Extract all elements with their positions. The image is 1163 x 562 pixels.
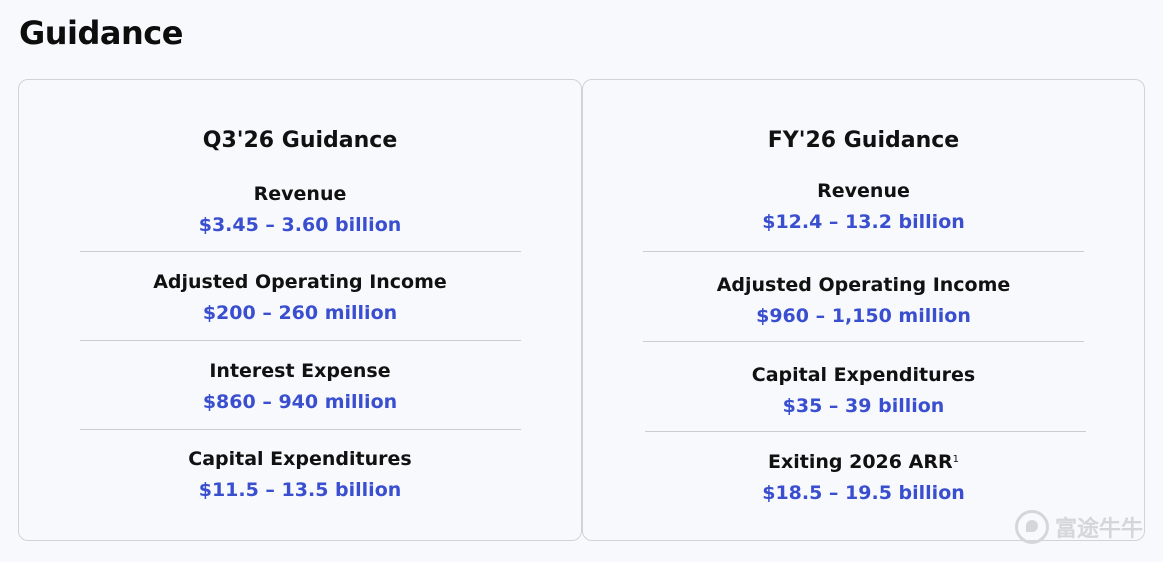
fy-exiting-arr: Exiting 2026 ARR1 $18.5 – 19.5 billion	[583, 450, 1144, 505]
metric-value: $11.5 – 13.5 billion	[198, 479, 402, 501]
metric-value: $860 – 940 million	[202, 391, 398, 413]
fy-guidance-card: FY'26 Guidance Revenue $12.4 – 13.2 bill…	[582, 79, 1145, 541]
fy-guidance-title: FY'26 Guidance	[767, 128, 960, 153]
divider	[643, 341, 1084, 342]
page-title: Guidance	[19, 14, 183, 52]
metric-label: Revenue	[253, 183, 347, 205]
watermark-text: 富途牛牛	[1054, 517, 1143, 542]
divider	[80, 429, 521, 430]
fy-adjusted-operating-income: Adjusted Operating Income $960 – 1,150 m…	[583, 273, 1144, 328]
q3-interest-expense: Interest Expense $860 – 940 million	[19, 359, 581, 414]
divider	[80, 340, 521, 341]
q3-guidance-title: Q3'26 Guidance	[202, 128, 398, 153]
q3-adjusted-operating-income: Adjusted Operating Income $200 – 260 mil…	[19, 270, 581, 325]
q3-guidance-card: Q3'26 Guidance Revenue $3.45 – 3.60 bill…	[18, 79, 582, 541]
metric-value: $200 – 260 million	[202, 302, 398, 324]
metric-label: Adjusted Operating Income	[716, 274, 1011, 296]
footnote-marker: 1	[952, 454, 959, 465]
metric-value: $35 – 39 billion	[782, 395, 945, 417]
metric-label: Capital Expenditures	[751, 364, 976, 386]
metric-value: $960 – 1,150 million	[756, 305, 971, 327]
metric-label: Revenue	[817, 180, 910, 202]
fy-capital-expenditures: Capital Expenditures $35 – 39 billion	[583, 363, 1144, 418]
metric-label: Interest Expense	[209, 360, 391, 382]
metric-label: Exiting 2026 ARR	[768, 451, 953, 473]
metric-label: Adjusted Operating Income	[153, 271, 447, 293]
metric-value: $3.45 – 3.60 billion	[198, 214, 402, 236]
fy-revenue: Revenue $12.4 – 13.2 billion	[583, 179, 1144, 234]
metric-value: $12.4 – 13.2 billion	[762, 211, 965, 233]
divider	[643, 251, 1084, 252]
q3-revenue: Revenue $3.45 – 3.60 billion	[19, 182, 581, 237]
watermark: 富途牛牛	[1014, 510, 1143, 544]
futu-logo-icon	[1014, 510, 1049, 544]
metric-value: $18.5 – 19.5 billion	[762, 482, 965, 504]
metric-label: Capital Expenditures	[188, 448, 412, 470]
q3-capital-expenditures: Capital Expenditures $11.5 – 13.5 billio…	[19, 447, 581, 502]
divider	[645, 431, 1086, 432]
divider	[80, 251, 521, 252]
metric-label-with-footnote: Exiting 2026 ARR1	[583, 450, 1144, 474]
